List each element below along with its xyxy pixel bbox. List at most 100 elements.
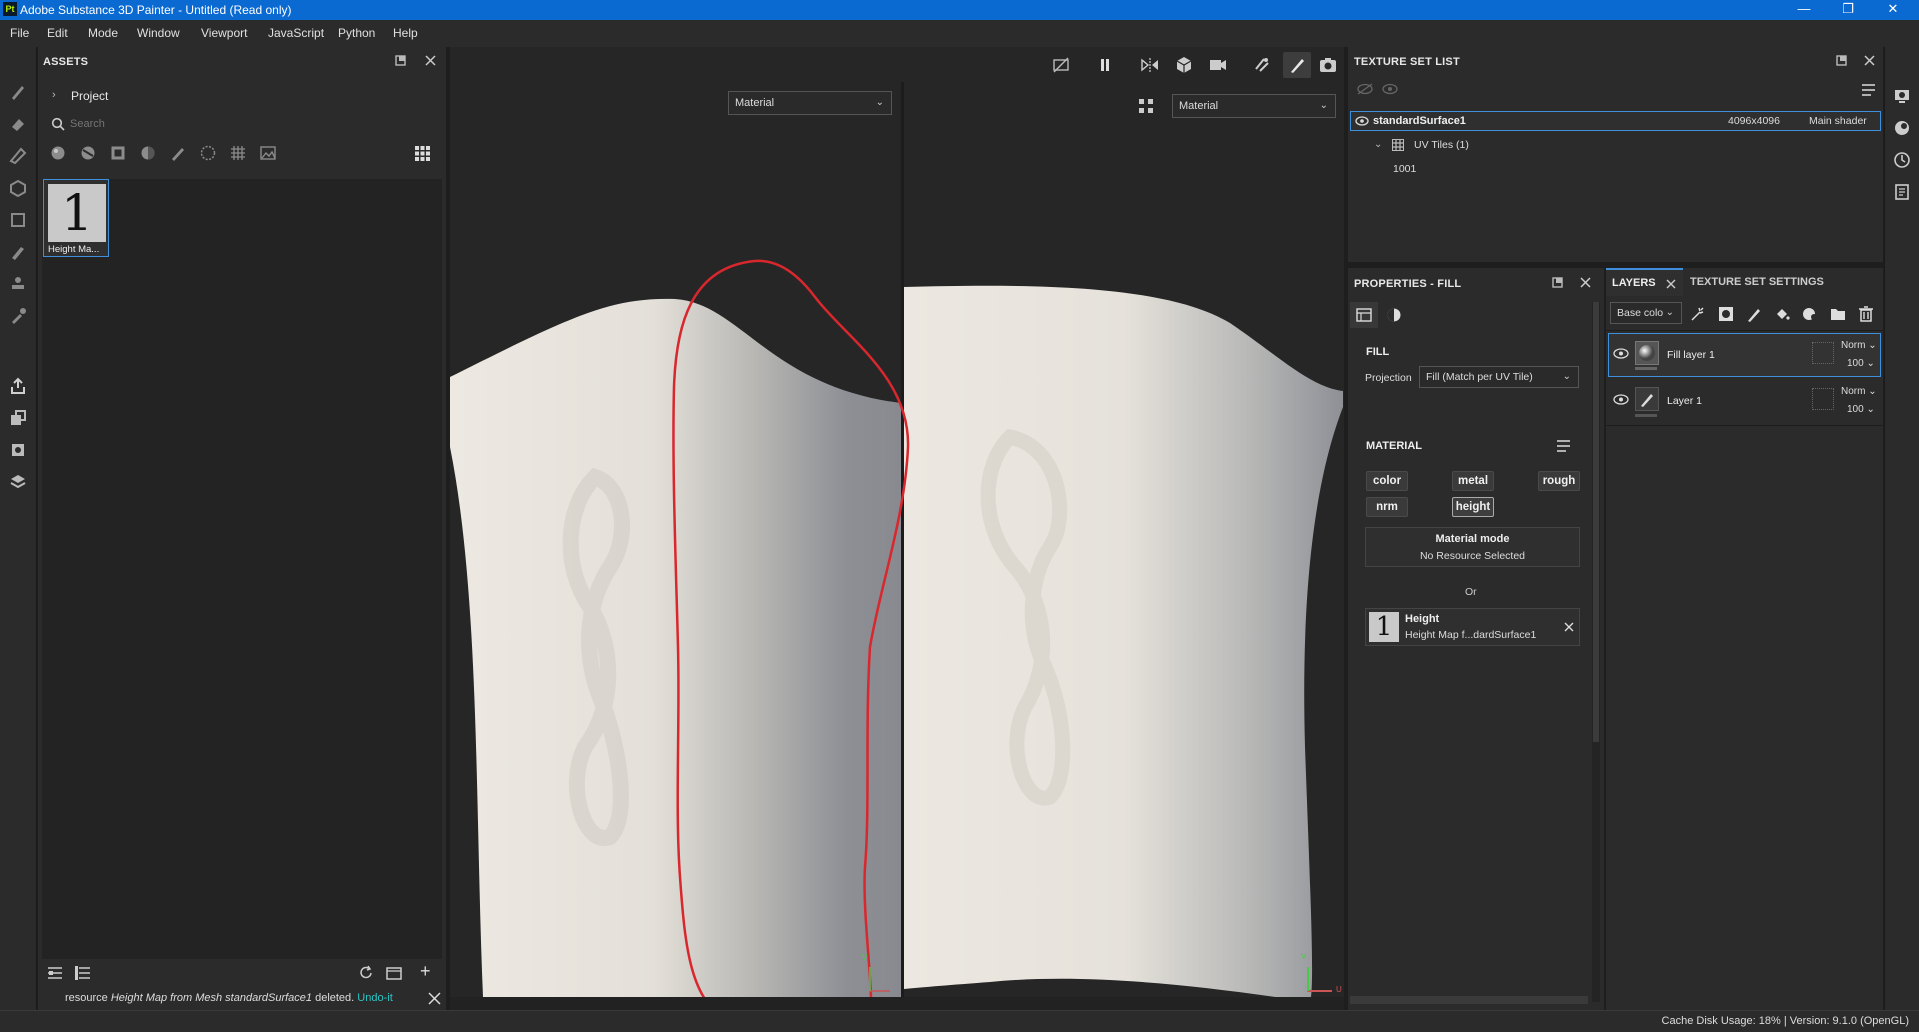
menu-help[interactable]: Help xyxy=(393,26,418,40)
list-view-icon[interactable] xyxy=(75,966,91,980)
minimize-button[interactable]: — xyxy=(1782,0,1826,20)
menu-mode[interactable]: Mode xyxy=(88,26,118,40)
channel-color-button[interactable]: color xyxy=(1366,471,1408,491)
visibility-eye-icon[interactable] xyxy=(1613,394,1629,405)
hide-all-icon[interactable] xyxy=(1357,83,1373,95)
layer-mask-slot[interactable] xyxy=(1812,342,1834,364)
materials-filter-icon[interactable] xyxy=(50,145,66,161)
brushes-filter-icon[interactable] xyxy=(170,145,186,161)
render-icon[interactable] xyxy=(9,441,27,459)
add-asset-button[interactable]: + xyxy=(420,961,431,982)
chevron-down-icon[interactable]: ⌄ xyxy=(1374,139,1382,150)
pause-icon[interactable] xyxy=(1096,56,1114,74)
display-cube-icon[interactable] xyxy=(1174,55,1194,75)
smart-masks-filter-icon[interactable] xyxy=(140,145,156,161)
menu-list-icon[interactable] xyxy=(1861,83,1876,97)
polygon-fill-icon[interactable] xyxy=(9,211,27,229)
layer-row-layer-1[interactable]: Layer 1 Norm ⌄ 100 ⌄ xyxy=(1608,379,1881,423)
projection-icon[interactable] xyxy=(9,147,27,165)
log-icon[interactable] xyxy=(1893,183,1911,201)
undock-icon[interactable] xyxy=(395,55,406,66)
tab-texture-set-settings[interactable]: TEXTURE SET SETTINGS xyxy=(1690,276,1824,288)
undo-link[interactable]: Undo-it xyxy=(357,992,392,1004)
menu-viewport[interactable]: Viewport xyxy=(201,26,247,40)
channel-rough-button[interactable]: rough xyxy=(1538,471,1580,491)
smart-materials-filter-icon[interactable] xyxy=(80,145,96,161)
undock-icon[interactable] xyxy=(1552,277,1563,288)
uv-tile-item[interactable]: 1001 xyxy=(1393,163,1416,175)
left-viewport-mode-select[interactable]: Material ⌄ xyxy=(728,91,892,115)
maximize-button[interactable]: ❐ xyxy=(1826,0,1870,20)
channel-metal-button[interactable]: metal xyxy=(1452,471,1494,491)
textures-filter-icon[interactable] xyxy=(110,145,126,161)
add-smart-material-icon[interactable] xyxy=(1802,306,1818,322)
add-folder-icon[interactable] xyxy=(1830,306,1846,322)
brush-mode-icon[interactable] xyxy=(1288,55,1308,75)
display-settings-icon[interactable] xyxy=(1893,87,1911,105)
close-panel-icon[interactable] xyxy=(1580,277,1591,288)
layer-name[interactable]: Layer 1 xyxy=(1667,395,1702,407)
menu-python[interactable]: Python xyxy=(338,26,375,40)
viewport-options-icon[interactable] xyxy=(1138,98,1154,114)
properties-scrollbar-thumb[interactable] xyxy=(1593,302,1599,742)
share-icon[interactable] xyxy=(9,473,27,491)
color-picker-icon[interactable] xyxy=(9,307,27,325)
viewport[interactable]: V V U Material ⌄ Material ⌄ xyxy=(450,47,1344,1010)
channel-height-button[interactable]: height xyxy=(1452,497,1494,517)
menu-edit[interactable]: Edit xyxy=(47,26,68,40)
camera-view-icon[interactable] xyxy=(1208,56,1228,74)
sort-icon[interactable] xyxy=(47,966,63,980)
close-panel-icon[interactable] xyxy=(1864,55,1875,66)
height-resource-slot[interactable]: 1 Height Height Map f...dardSurface1 xyxy=(1365,608,1580,646)
viewport-render[interactable] xyxy=(450,47,1344,1010)
right-viewport-mode-select[interactable]: Material ⌄ xyxy=(1172,94,1336,118)
layer-mask-slot[interactable] xyxy=(1812,388,1834,410)
material-mode-box[interactable]: Material mode No Resource Selected xyxy=(1365,527,1580,567)
add-effect-icon[interactable] xyxy=(1690,306,1706,322)
add-fill-layer-icon[interactable] xyxy=(1774,306,1790,322)
alphas-filter-icon[interactable] xyxy=(230,145,246,161)
opacity[interactable]: 100 ⌄ xyxy=(1847,404,1875,415)
close-panel-icon[interactable] xyxy=(425,55,436,66)
bake-icon[interactable] xyxy=(9,409,27,427)
channel-select[interactable]: Base colo ⌄ xyxy=(1610,302,1682,324)
refresh-icon[interactable] xyxy=(358,965,374,981)
shader-settings-icon[interactable] xyxy=(1893,119,1911,137)
layer-row-fill-layer-1[interactable]: Fill layer 1 Norm ⌄ 100 ⌄ xyxy=(1608,333,1881,377)
properties-hscrollbar[interactable] xyxy=(1350,996,1588,1004)
menu-window[interactable]: Window xyxy=(137,26,180,40)
symmetry-icon[interactable] xyxy=(1140,56,1160,74)
asset-thumbnail[interactable]: 1 Height Ma... xyxy=(43,179,109,257)
export-icon[interactable] xyxy=(9,377,27,395)
add-paint-layer-icon[interactable] xyxy=(1746,306,1762,322)
grid-view-icon[interactable] xyxy=(414,145,431,162)
close-tab-icon[interactable] xyxy=(1666,279,1676,289)
smudge-icon[interactable] xyxy=(9,243,27,261)
remove-resource-icon[interactable] xyxy=(1564,622,1574,632)
blend-mode[interactable]: Norm ⌄ xyxy=(1841,386,1877,397)
blend-mode[interactable]: Norm ⌄ xyxy=(1841,340,1877,351)
close-window-button[interactable]: ✕ xyxy=(1871,0,1915,20)
light-rotate-icon[interactable] xyxy=(1252,55,1272,75)
menu-file[interactable]: File xyxy=(10,26,29,40)
assets-search-input[interactable] xyxy=(70,115,430,133)
tab-layers[interactable]: LAYERS xyxy=(1606,268,1683,296)
environments-filter-icon[interactable] xyxy=(260,145,276,161)
visibility-eye-icon[interactable] xyxy=(1613,348,1629,359)
channel-nrm-button[interactable]: nrm xyxy=(1366,497,1408,517)
menu-javascript[interactable]: JavaScript xyxy=(268,26,324,40)
show-all-icon[interactable] xyxy=(1382,83,1398,95)
delete-layer-icon[interactable] xyxy=(1858,306,1874,322)
geometry-mask-icon[interactable] xyxy=(9,179,27,197)
opacity[interactable]: 100 ⌄ xyxy=(1847,358,1875,369)
history-icon[interactable] xyxy=(1893,151,1911,169)
eraser-icon[interactable] xyxy=(9,115,27,133)
layer-name[interactable]: Fill layer 1 xyxy=(1667,349,1715,361)
clone-stamp-icon[interactable] xyxy=(9,275,27,293)
project-label[interactable]: Project xyxy=(71,89,108,103)
undock-icon[interactable] xyxy=(1836,55,1847,66)
paint-brush-icon[interactable] xyxy=(9,83,27,101)
screenshot-camera-icon[interactable] xyxy=(1318,55,1338,75)
texture-set-row[interactable]: standardSurface1 4096x4096 Main shader xyxy=(1350,111,1881,131)
uv-tiles-label[interactable]: UV Tiles (1) xyxy=(1414,139,1469,151)
